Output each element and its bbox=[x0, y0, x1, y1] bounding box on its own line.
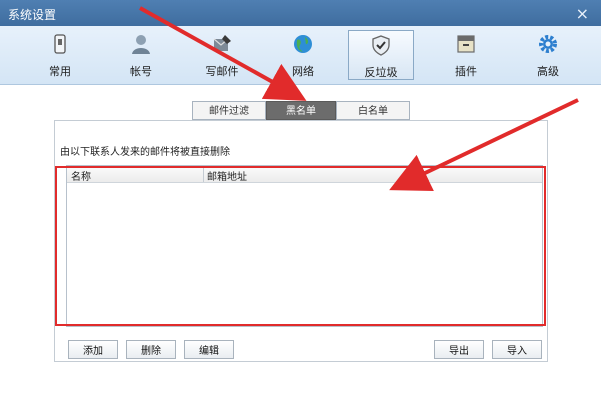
blacklist-description: 由以下联系人发来的邮件将被直接删除 bbox=[60, 147, 230, 158]
import-button[interactable]: 导入 bbox=[492, 340, 542, 359]
toolbar-item-label: 网络 bbox=[292, 65, 314, 78]
advanced-gear-icon bbox=[539, 35, 557, 53]
toolbar-item-compose[interactable]: 写邮件 bbox=[194, 30, 250, 80]
toolbar-item-account[interactable]: 帐号 bbox=[113, 30, 169, 80]
plugin-box-icon bbox=[457, 35, 475, 53]
table-header: 名称 邮箱地址 bbox=[67, 166, 542, 183]
edit-button[interactable]: 编辑 bbox=[184, 340, 234, 359]
export-button[interactable]: 导出 bbox=[434, 340, 484, 359]
toolbar-item-label: 帐号 bbox=[130, 65, 152, 78]
window-titlebar: 系统设置 × bbox=[0, 0, 601, 26]
add-button[interactable]: 添加 bbox=[68, 340, 118, 359]
close-icon[interactable]: × bbox=[576, 4, 589, 23]
toolbar-item-label: 反垃圾 bbox=[364, 66, 398, 79]
toolbar-item-plugins[interactable]: 插件 bbox=[438, 30, 494, 80]
tab-whitelist[interactable]: 白名单 bbox=[336, 101, 410, 120]
settings-content: 邮件过滤 黑名单 白名单 由以下联系人发来的邮件将被直接删除 名称 邮箱地址 添… bbox=[0, 85, 601, 403]
toolbar-item-network[interactable]: 网络 bbox=[275, 30, 331, 80]
window-title: 系统设置 bbox=[8, 8, 57, 22]
toolbar-item-label: 常用 bbox=[49, 65, 71, 78]
column-divider[interactable] bbox=[203, 166, 204, 182]
common-settings-icon bbox=[54, 34, 66, 54]
toolbar-item-label: 高级 bbox=[537, 65, 559, 78]
compose-mail-icon bbox=[213, 35, 231, 51]
delete-button[interactable]: 删除 bbox=[126, 340, 176, 359]
network-globe-icon bbox=[294, 35, 312, 53]
account-icon bbox=[132, 35, 150, 54]
toolbar-item-antispam[interactable]: 反垃圾 bbox=[348, 30, 414, 80]
toolbar-item-label: 插件 bbox=[455, 65, 477, 78]
column-header-email[interactable]: 邮箱地址 bbox=[207, 168, 247, 183]
settings-toolbar: 常用 帐号 写邮件 网络 反垃圾 插件 高级 bbox=[0, 26, 601, 85]
toolbar-item-common[interactable]: 常用 bbox=[32, 30, 88, 80]
column-header-name[interactable]: 名称 bbox=[71, 168, 91, 183]
blacklist-table[interactable]: 名称 邮箱地址 bbox=[66, 165, 543, 327]
anti-spam-shield-icon bbox=[372, 35, 390, 56]
toolbar-item-label: 写邮件 bbox=[205, 65, 239, 78]
tab-blacklist[interactable]: 黑名单 bbox=[266, 101, 336, 120]
tab-mail-filter[interactable]: 邮件过滤 bbox=[192, 101, 266, 120]
toolbar-item-advanced[interactable]: 高级 bbox=[520, 30, 576, 80]
